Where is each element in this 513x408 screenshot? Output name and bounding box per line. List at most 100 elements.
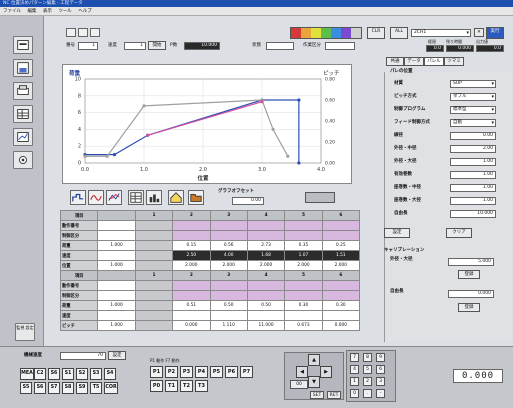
- table-cell[interactable]: [134, 260, 174, 271]
- function-key[interactable]: S8: [62, 382, 74, 394]
- color-swatch-4[interactable]: [331, 28, 341, 38]
- numpad-key[interactable]: 5: [363, 365, 372, 374]
- numpad-key[interactable]: 9: [376, 353, 385, 362]
- calib-input[interactable]: 5.000: [448, 258, 494, 266]
- panel-row-select[interactable]: 自動: [450, 119, 496, 127]
- mode-input[interactable]: [325, 42, 355, 50]
- table-cell[interactable]: [321, 220, 361, 231]
- table-cell[interactable]: 2.000: [284, 260, 323, 271]
- table-cell[interactable]: 11.000: [246, 320, 286, 331]
- table-cell[interactable]: 0.50: [209, 300, 248, 311]
- color-swatch-3[interactable]: [321, 28, 331, 38]
- color-swatch-2[interactable]: [311, 28, 321, 38]
- table-cell[interactable]: 1.000: [97, 320, 136, 331]
- function-key[interactable]: COR: [104, 382, 118, 394]
- table-cell[interactable]: [209, 310, 248, 321]
- table-cell[interactable]: 0.30: [321, 300, 361, 311]
- function-key[interactable]: S9: [76, 382, 88, 394]
- bar-view-icon[interactable]: [146, 190, 162, 205]
- compare-chart-icon[interactable]: [106, 190, 122, 205]
- menu-item-edit[interactable]: 編集: [27, 9, 36, 14]
- numpad-key[interactable]: 1: [350, 377, 359, 386]
- color-swatch-1[interactable]: [301, 28, 311, 38]
- table-cell[interactable]: [246, 280, 286, 291]
- p-key[interactable]: T1: [165, 380, 178, 392]
- panel-row-input[interactable]: 1.00: [450, 171, 496, 179]
- jog-mid-button[interactable]: 00: [290, 380, 308, 389]
- table-cell[interactable]: [134, 320, 174, 331]
- table-cell[interactable]: [134, 300, 174, 311]
- panel-row-input[interactable]: 1.00: [450, 158, 496, 166]
- menu-item-help[interactable]: ヘルプ: [78, 9, 92, 14]
- table-cell[interactable]: 2.73: [246, 240, 286, 251]
- function-key[interactable]: S2: [76, 368, 88, 380]
- numpad-key[interactable]: .: [363, 389, 372, 398]
- p-key[interactable]: P6: [225, 366, 238, 378]
- table-cell[interactable]: 0.50: [246, 300, 286, 311]
- folder-icon[interactable]: [78, 28, 88, 37]
- p-key[interactable]: P5: [210, 366, 223, 378]
- table-cell[interactable]: [134, 230, 174, 241]
- start-button[interactable]: 開始: [148, 41, 166, 50]
- p-key[interactable]: P0: [150, 380, 163, 392]
- offset-apply-button[interactable]: [305, 192, 335, 203]
- numpad-key[interactable]: -: [376, 389, 385, 398]
- table-cell[interactable]: [97, 280, 136, 291]
- table-cell[interactable]: [172, 280, 211, 291]
- table-cell[interactable]: [284, 310, 323, 321]
- menu-item-tools[interactable]: ツール: [58, 9, 72, 14]
- tab-common[interactable]: 共通: [386, 57, 404, 66]
- function-key[interactable]: C2: [34, 368, 46, 380]
- table-cell[interactable]: [209, 230, 248, 241]
- table-cell[interactable]: [246, 230, 286, 241]
- new-file-icon[interactable]: [66, 28, 76, 37]
- numpad-key[interactable]: 7: [350, 353, 359, 362]
- arrow-up-button[interactable]: ▲: [308, 354, 320, 366]
- p-key[interactable]: P7: [240, 366, 253, 378]
- step-chart-icon[interactable]: [70, 190, 86, 205]
- table-cell[interactable]: [172, 220, 211, 231]
- wave-chart-icon[interactable]: [88, 190, 104, 205]
- save-icon[interactable]: [13, 59, 33, 77]
- table-cell[interactable]: [321, 230, 361, 241]
- menu-item-file[interactable]: ファイル: [3, 9, 21, 14]
- arrow-right-button[interactable]: ▶: [320, 366, 332, 378]
- clear-button[interactable]: CLR: [367, 27, 385, 39]
- panel-row-select[interactable]: 標準型: [450, 106, 496, 114]
- calib-register-button[interactable]: 登録: [458, 270, 480, 279]
- color-swatch-6[interactable]: [351, 28, 361, 38]
- free-length-register-button[interactable]: 登録: [458, 303, 480, 312]
- table-cell[interactable]: 1.68: [246, 250, 286, 261]
- table-cell[interactable]: 0.15: [172, 240, 211, 251]
- print-icon[interactable]: [13, 82, 33, 100]
- table-cell[interactable]: [97, 310, 136, 321]
- numpad-key[interactable]: 0: [350, 389, 359, 398]
- p-key[interactable]: P3: [180, 366, 193, 378]
- table-cell[interactable]: 1.07: [284, 250, 323, 261]
- p-key[interactable]: T3: [195, 380, 208, 392]
- p-key[interactable]: T2: [180, 380, 193, 392]
- table-icon[interactable]: [13, 105, 33, 123]
- function-key[interactable]: S6: [48, 368, 60, 380]
- numpad-key[interactable]: 3: [376, 377, 385, 386]
- folder-open-icon[interactable]: [188, 190, 204, 205]
- table-cell[interactable]: [284, 290, 323, 301]
- table-cell[interactable]: [209, 290, 248, 301]
- table-cell[interactable]: 0.000: [172, 320, 211, 331]
- panel-row-input[interactable]: 1.00: [450, 184, 496, 192]
- table-cell[interactable]: 0.25: [321, 240, 361, 251]
- table-cell[interactable]: [97, 220, 136, 231]
- disk-icon[interactable]: [90, 28, 100, 37]
- table-cell[interactable]: [134, 220, 174, 231]
- table-cell[interactable]: [134, 290, 174, 301]
- table-cell[interactable]: [321, 290, 361, 301]
- monitor-settings-button[interactable]: 監視 設定: [15, 323, 35, 341]
- table-cell[interactable]: [284, 220, 323, 231]
- function-key[interactable]: S5: [20, 382, 32, 394]
- ret-key[interactable]: RET: [327, 391, 341, 399]
- table-cell[interactable]: [172, 290, 211, 301]
- table-cell[interactable]: [134, 250, 174, 261]
- settings-icon[interactable]: [13, 151, 33, 169]
- channel-select[interactable]: 2CH1: [411, 29, 471, 37]
- table-cell[interactable]: [134, 310, 174, 321]
